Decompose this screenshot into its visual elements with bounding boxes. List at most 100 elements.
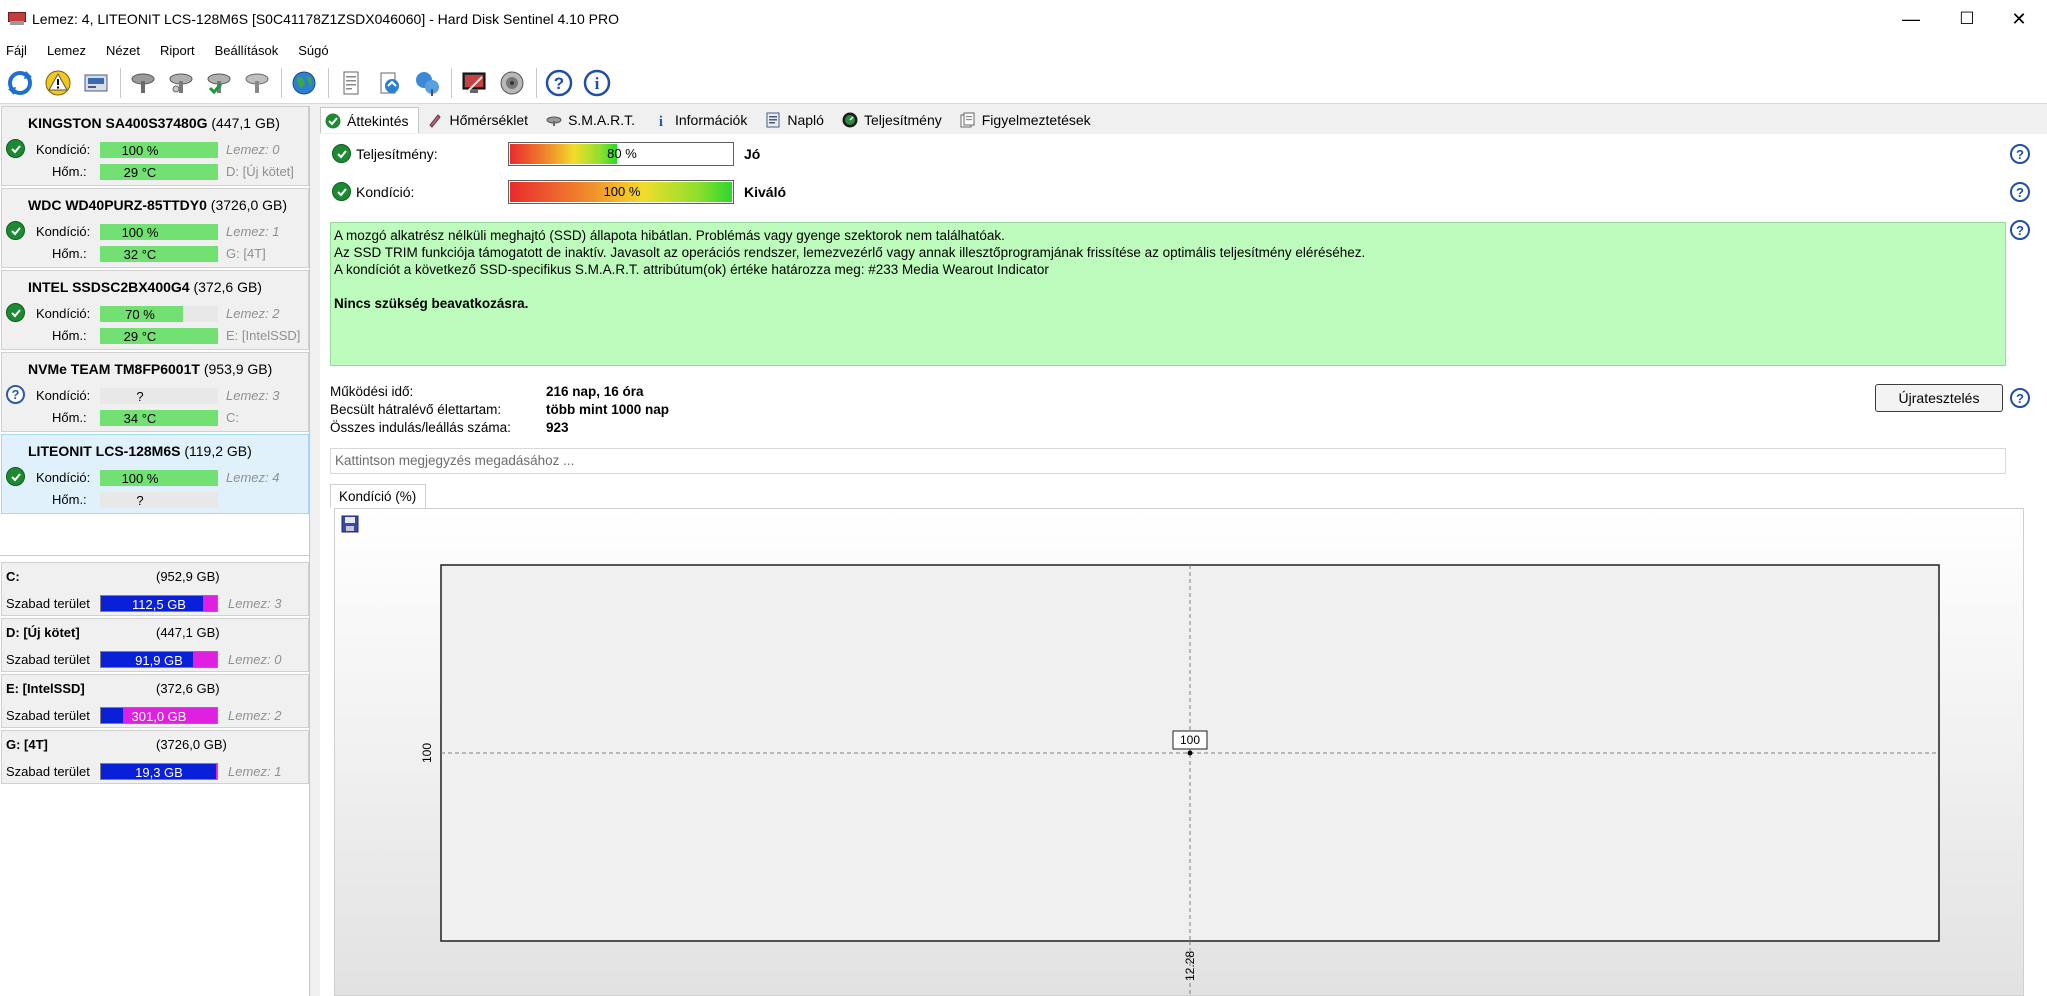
health-help-icon[interactable]: ? xyxy=(2010,182,2030,202)
disk-number: Lemez: 2 xyxy=(226,306,280,321)
online-button[interactable] xyxy=(288,67,320,99)
help-button[interactable]: ? xyxy=(543,67,575,99)
menu-file[interactable]: Fájl xyxy=(6,43,27,58)
volume-free-value: 19,3 GB xyxy=(135,765,183,780)
starts-value: 923 xyxy=(546,420,569,435)
menu-disk[interactable]: Lemez xyxy=(47,43,86,58)
disk-health-label: Kondíció: xyxy=(36,388,91,403)
about-button[interactable]: i xyxy=(581,67,613,99)
report-button[interactable] xyxy=(335,67,367,99)
tab-smart[interactable]: S.M.A.R.T. xyxy=(542,107,645,133)
uptime-value: 216 nap, 16 óra xyxy=(546,384,644,399)
message-help-icon[interactable]: ? xyxy=(2010,220,2030,240)
tab-temperature[interactable]: Hőmérséklet xyxy=(423,107,538,133)
disk-health-bar: 100 % xyxy=(100,470,218,486)
disk-health-label: Kondíció: xyxy=(36,470,91,485)
disk-temp-bar: 34 °C xyxy=(100,410,218,426)
disk-temp-label: Hőm.: xyxy=(52,410,87,425)
minimize-button[interactable]: — xyxy=(1883,0,1939,38)
refresh-button[interactable] xyxy=(4,67,36,99)
health-chart-panel: 100 100 12.28 xyxy=(334,508,2024,996)
tab-overview[interactable]: Áttekintés xyxy=(320,107,420,133)
retest-help-icon[interactable]: ? xyxy=(2010,388,2030,408)
volume-free-label: Szabad terület xyxy=(6,596,90,611)
disk-item[interactable]: INTEL SSDSC2BX400G4 (372,6 GB) Kondíció:… xyxy=(1,270,309,350)
disk-temp-value: ? xyxy=(136,493,144,508)
hdd-test-button[interactable] xyxy=(241,67,273,99)
volume-size: (447,1 GB) xyxy=(156,625,220,640)
tab-information[interactable]: i Információk xyxy=(649,107,757,133)
check-icon xyxy=(325,113,341,129)
disk-item[interactable]: LITEONIT LCS-128M6S (119,2 GB) Kondíció:… xyxy=(1,434,309,514)
chart-tab-health[interactable]: Kondíció (%) xyxy=(330,484,426,508)
volume-free-value: 91,9 GB xyxy=(135,653,183,668)
save-icon[interactable] xyxy=(341,515,359,533)
disk-temp-row: Hőm.: 29 °C D: [Új kötet] xyxy=(2,162,310,182)
health-value: 100 % xyxy=(603,184,641,199)
volume-free-label: Szabad terület xyxy=(6,708,90,723)
disk-health-bar: 70 % xyxy=(100,306,218,322)
menu-report[interactable]: Riport xyxy=(160,43,195,58)
volume-item[interactable]: G: [4T] (3726,0 GB) Szabad terület 19,3 … xyxy=(1,730,309,784)
volume-usage-bar: 301,0 GB xyxy=(100,707,218,724)
menu-view[interactable]: Nézet xyxy=(106,43,140,58)
tab-alerts[interactable]: Figyelmeztetések xyxy=(956,107,1101,133)
health-chart: 100 100 12.28 xyxy=(420,564,1940,996)
disk-health-value: ? xyxy=(136,389,144,404)
close-button[interactable]: ✕ xyxy=(1991,0,2047,38)
tab-log[interactable]: Napló xyxy=(761,107,834,133)
disk-magnifier-icon xyxy=(245,73,269,93)
disk-health-row: Kondíció: 100 % Lemez: 4 xyxy=(2,468,310,488)
disk-test-icon xyxy=(131,73,155,93)
health-rating: Kiváló xyxy=(744,184,787,200)
status-message-line: A mozgó alkatrész nélküli meghajtó (SSD)… xyxy=(334,228,1005,243)
disk-temp-value: 29 °C xyxy=(123,165,157,180)
configure-button[interactable] xyxy=(458,67,490,99)
disk-health-row: Kondíció: 70 % Lemez: 2 xyxy=(2,304,310,324)
alert-button[interactable] xyxy=(42,67,74,99)
tab-label: S.M.A.R.T. xyxy=(568,112,635,128)
volume-item[interactable]: C: (952,9 GB) Szabad terület 112,5 GB Le… xyxy=(1,562,309,616)
short-test-button[interactable] xyxy=(165,67,197,99)
note-input[interactable]: Kattintson megjegyzés megadásához ... xyxy=(330,448,2006,474)
disk-item[interactable]: KINGSTON SA400S37480G (447,1 GB) Kondíci… xyxy=(1,106,309,186)
disk-item[interactable]: WDC WD40PURZ-85TTDY0 (3726,0 GB) Kondíci… xyxy=(1,188,309,268)
disk-temp-value: 34 °C xyxy=(123,411,157,426)
disk-temp-label: Hőm.: xyxy=(52,328,87,343)
retest-button[interactable]: Újratesztelés xyxy=(1875,384,2003,412)
tab-performance[interactable]: Teljesítmény xyxy=(838,107,952,133)
disk-name: INTEL SSDSC2BX400G4 (372,6 GB) xyxy=(28,279,262,295)
svg-text:i: i xyxy=(659,114,663,128)
toolbar-separator xyxy=(536,67,537,98)
maximize-button[interactable]: ☐ xyxy=(1939,0,1995,38)
network-button[interactable] xyxy=(411,67,443,99)
performance-help-icon[interactable]: ? xyxy=(2010,144,2030,164)
sound-button[interactable] xyxy=(496,67,528,99)
disk-temp-bar: 29 °C xyxy=(100,164,218,180)
surface-test-button[interactable] xyxy=(127,67,159,99)
disk-number: Lemez: 4 xyxy=(226,470,280,485)
disk-health-label: Kondíció: xyxy=(36,224,91,239)
performance-label: Teljesítmény: xyxy=(356,146,438,162)
tab-bar: Áttekintés Hőmérséklet S.M.A.R.T. i Info… xyxy=(320,106,1105,134)
smart-icon xyxy=(546,112,562,128)
menu-help[interactable]: Súgó xyxy=(298,43,328,58)
disk-info-button[interactable] xyxy=(80,67,112,99)
status-message-line: Az SSD TRIM funkciója támogatott de inak… xyxy=(334,245,1366,260)
disk-list-panel: KINGSTON SA400S37480G (447,1 GB) Kondíci… xyxy=(0,106,310,996)
menu-settings[interactable]: Beállítások xyxy=(215,43,279,58)
disk-number: Lemez: 0 xyxy=(226,142,280,157)
disk-ok-test-icon xyxy=(207,73,231,94)
volume-item[interactable]: E: [IntelSSD] (372,6 GB) Szabad terület … xyxy=(1,674,309,728)
volume-disk: Lemez: 0 xyxy=(228,652,282,667)
volume-item[interactable]: D: [Új kötet] (447,1 GB) Szabad terület … xyxy=(1,618,309,672)
disk-item[interactable]: NVMe TEAM TM8FP6001T (953,9 GB) ? Kondíc… xyxy=(1,352,309,432)
tab-label: Teljesítmény xyxy=(863,112,942,128)
disk-temp-row: Hőm.: 29 °C E: [IntelSSD] xyxy=(2,326,310,346)
disk-health-row: Kondíció: 100 % Lemez: 1 xyxy=(2,222,310,242)
speaker-icon xyxy=(500,71,524,94)
hard-disk-sentinel-icon xyxy=(8,12,26,26)
send-report-button[interactable] xyxy=(373,67,405,99)
extended-test-button[interactable] xyxy=(203,67,235,99)
performance-ok-icon xyxy=(332,144,351,163)
